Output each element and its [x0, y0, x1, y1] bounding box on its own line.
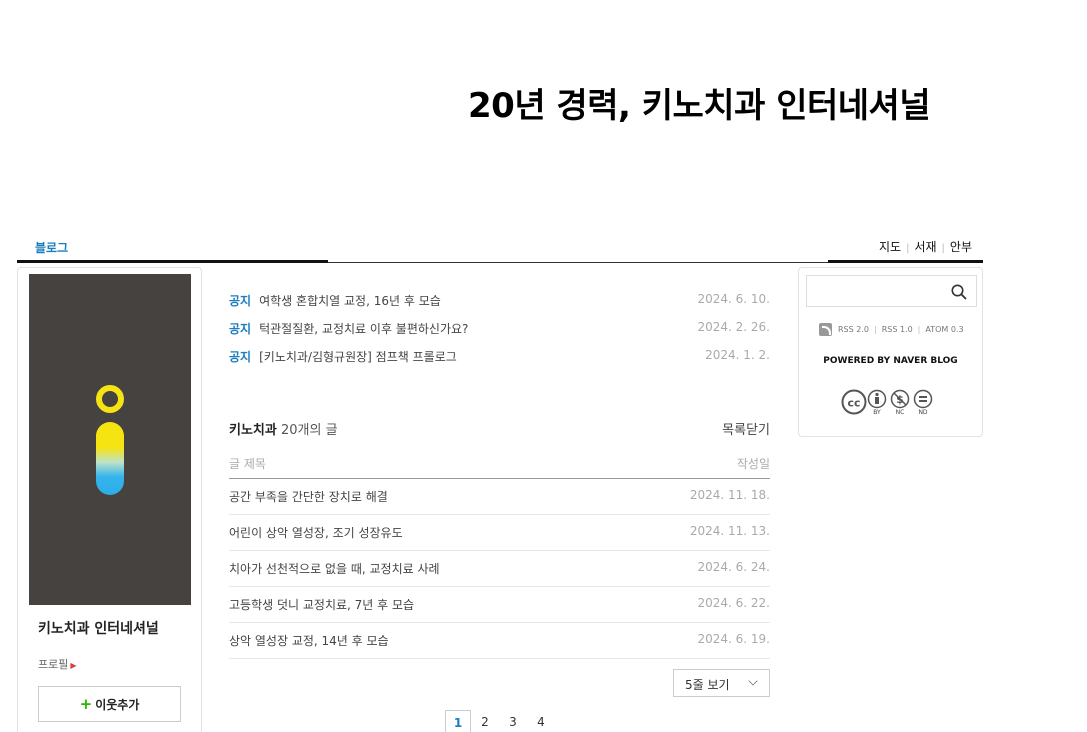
feed-links: RSS 2.0 | RSS 1.0 | ATOM 0.3: [819, 323, 964, 336]
notice-date: 2024. 2. 26.: [697, 320, 770, 334]
logo-bar-icon: [96, 422, 124, 495]
notice-date: 2024. 1. 2.: [705, 348, 770, 362]
cc-label-by: BY: [873, 409, 881, 416]
add-neighbor-label: 이웃추가: [95, 697, 140, 712]
post-date: 2024. 11. 18.: [689, 488, 770, 502]
arrow-right-icon: ▶: [70, 661, 77, 670]
col-title: 글 제목: [229, 457, 266, 471]
page-3[interactable]: 3: [499, 710, 527, 732]
page-4[interactable]: 4: [527, 710, 555, 732]
powered-by-naver[interactable]: POWERED BY NAVER BLOG: [799, 356, 982, 366]
profile-link[interactable]: 프로필 ▶: [38, 656, 77, 672]
table-row[interactable]: 치아가 선천적으로 없을 때, 교정치료 사례 2024. 6. 24.: [229, 551, 770, 587]
menu-guestbook[interactable]: 안부: [950, 240, 972, 254]
rss-icon: [819, 323, 832, 336]
profile-link-label[interactable]: 프로필: [38, 658, 68, 671]
cc-license[interactable]: cc BY $ NC ND: [841, 389, 934, 416]
post-title[interactable]: 상악 열성장 교정, 14년 후 모습: [229, 632, 389, 649]
post-date: 2024. 6. 19.: [697, 632, 770, 646]
notice-tag: 공지: [229, 294, 252, 308]
divider: |: [941, 243, 945, 254]
feed-atom[interactable]: ATOM 0.3: [925, 325, 963, 334]
search-input[interactable]: [806, 275, 977, 307]
notice-date: 2024. 6. 10.: [697, 292, 770, 306]
blog-title[interactable]: 20년 경력, 키노치과 인터네셔널: [468, 78, 931, 127]
category-name[interactable]: 키노치과: [229, 423, 277, 438]
tab-blog-label[interactable]: 블로그: [35, 239, 68, 256]
notice-tag: 공지: [229, 322, 252, 336]
divider: |: [917, 325, 921, 334]
notice-title[interactable]: [키노치과/김형규원장] 점프책 프롤로그: [259, 350, 457, 364]
divider: |: [873, 325, 877, 334]
rows-select-label: 5줄 보기: [685, 678, 730, 692]
feed-rss2[interactable]: RSS 2.0: [838, 325, 869, 334]
post-title[interactable]: 공간 부족을 간단한 장치로 해결: [229, 488, 388, 505]
page-1[interactable]: 1: [445, 710, 471, 732]
tab-blog[interactable]: 블로그: [17, 236, 328, 263]
notice-title[interactable]: 턱관절질환, 교정치료 이후 불편하신가요?: [259, 322, 468, 336]
table-row[interactable]: 어린이 상악 열성장, 조기 성장유도 2024. 11. 13.: [229, 515, 770, 551]
table-row[interactable]: 공간 부족을 간단한 장치로 해결 2024. 11. 18.: [229, 479, 770, 515]
nd-icon: ND: [912, 389, 934, 416]
chevron-down-icon: [748, 676, 758, 686]
notice-item[interactable]: 공지 여학생 혼합치열 교정, 16년 후 모습 2024. 6. 10.: [229, 292, 770, 312]
table-row[interactable]: 고등학생 덧니 교정치료, 7년 후 모습 2024. 6. 22.: [229, 587, 770, 623]
post-title[interactable]: 고등학생 덧니 교정치료, 7년 후 모습: [229, 596, 414, 613]
top-navigation: 블로그 지도 | 서재 | 안부: [17, 236, 983, 263]
plus-icon: +: [79, 695, 93, 713]
page-2[interactable]: 2: [471, 710, 499, 732]
sidebar-widget: RSS 2.0 | RSS 1.0 | ATOM 0.3 POWERED BY NAVE…: [798, 267, 983, 437]
post-title[interactable]: 치아가 선천적으로 없을 때, 교정치료 사례: [229, 560, 440, 577]
add-neighbor-button[interactable]: + 이웃추가: [38, 686, 181, 722]
feed-rss1[interactable]: RSS 1.0: [882, 325, 913, 334]
profile-name: 키노치과 인터네셔널: [38, 621, 159, 637]
cc-label-nc: NC: [895, 409, 905, 416]
post-title[interactable]: 어린이 상악 열성장, 조기 성장유도: [229, 524, 403, 541]
nc-icon: $ NC: [889, 389, 911, 416]
post-date: 2024. 11. 13.: [689, 524, 770, 538]
column-header: 글 제목 작성일: [229, 455, 770, 479]
profile-panel: 키노치과 인터네셔널 프로필 ▶ + 이웃추가: [17, 267, 202, 732]
right-menu: 지도 | 서재 | 안부: [828, 236, 983, 263]
cc-label-nd: ND: [918, 409, 928, 416]
profile-image[interactable]: [29, 274, 191, 605]
search-icon[interactable]: [951, 284, 967, 300]
menu-library[interactable]: 서재: [914, 240, 936, 254]
by-icon: BY: [866, 389, 888, 416]
menu-map[interactable]: 지도: [879, 240, 901, 254]
svg-text:cc: cc: [847, 397, 860, 410]
close-list-button[interactable]: 목록닫기: [722, 419, 770, 438]
notice-item[interactable]: 공지 턱관절질환, 교정치료 이후 불편하신가요? 2024. 2. 26.: [229, 320, 770, 340]
post-date: 2024. 6. 24.: [697, 560, 770, 574]
post-date: 2024. 6. 22.: [697, 596, 770, 610]
post-list-header: 키노치과 20개의 글 목록닫기: [229, 419, 770, 438]
pagination: 1 2 3 4: [445, 710, 555, 732]
post-count: 20개의 글: [280, 423, 338, 438]
rows-per-page-select[interactable]: 5줄 보기: [673, 669, 770, 697]
cc-icon: cc: [841, 389, 867, 416]
table-row[interactable]: 상악 열성장 교정, 14년 후 모습 2024. 6. 19.: [229, 623, 770, 659]
logo-dot-icon: [96, 385, 124, 413]
col-date: 작성일: [736, 457, 770, 471]
notice-item[interactable]: 공지 [키노치과/김형규원장] 점프책 프롤로그 2024. 1. 2.: [229, 348, 770, 368]
notice-title[interactable]: 여학생 혼합치열 교정, 16년 후 모습: [259, 294, 441, 308]
notice-tag: 공지: [229, 350, 252, 364]
divider: |: [906, 243, 910, 254]
